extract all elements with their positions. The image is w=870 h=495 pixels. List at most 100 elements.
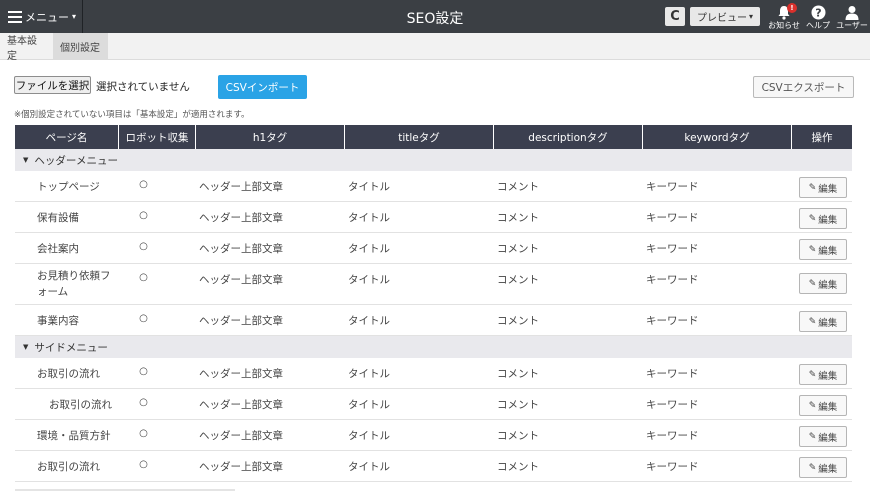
page-name-text: お見積り依頼フォーム: [37, 270, 111, 298]
robot-cell: ○: [139, 428, 148, 439]
notifications-button[interactable]: ! お知らせ: [767, 3, 801, 31]
edit-label: 編集: [818, 401, 838, 413]
title-cell: タイトル: [348, 181, 390, 193]
scrollbar-track[interactable]: [15, 489, 235, 491]
page-name-cell: お取引の流れ: [49, 399, 112, 411]
edit-button[interactable]: ✎ 編集: [799, 177, 847, 198]
title-cell: タイトル: [348, 399, 390, 411]
edit-button[interactable]: ✎ 編集: [799, 395, 847, 416]
description-cell: コメント: [497, 212, 539, 224]
table-row: お取引の流れ ○ ヘッダー上部文章 タイトル コメント キーワード ✎ 編集: [15, 451, 852, 482]
edit-button[interactable]: ✎ 編集: [799, 273, 847, 294]
keyword-cell: キーワード: [646, 243, 699, 255]
h1-cell: ヘッダー上部文章: [199, 243, 283, 255]
table-row: 会社案内 ○ ヘッダー上部文章 タイトル コメント キーワード ✎ 編集: [15, 233, 852, 264]
edit-button[interactable]: ✎ 編集: [799, 426, 847, 447]
page-name-cell: 会社案内: [37, 243, 79, 255]
column-header-description: descriptionタグ: [494, 125, 643, 149]
user-label: ユーザー: [836, 21, 868, 30]
table-row: お見積り依頼フォーム ○ ヘッダー上部文章 タイトル コメント キーワード ✎ 編…: [15, 264, 852, 305]
section-header[interactable]: ▼ ヘッダーメニュー: [15, 149, 852, 171]
edit-label: 編集: [818, 214, 838, 226]
triangle-down-icon: ▼: [23, 156, 29, 164]
section-header[interactable]: ▼ サイドメニュー: [15, 336, 852, 358]
page-name-cell: お取引の流れ: [37, 368, 100, 380]
edit-icon: ✎: [808, 213, 817, 224]
edit-icon: ✎: [808, 400, 817, 411]
page-name-cell: お見積り依頼フォーム: [15, 264, 119, 304]
description-cell: コメント: [497, 368, 539, 380]
column-header-h1: h1タグ: [196, 125, 345, 149]
edit-label: 編集: [818, 370, 838, 382]
help-button[interactable]: ? ヘルプ: [801, 3, 835, 31]
table-header: ページ名 ロボット収集 h1タグ titleタグ descriptionタグ k…: [15, 125, 852, 149]
title-cell: タイトル: [348, 315, 390, 327]
robot-cell: ○: [139, 366, 148, 377]
edit-button[interactable]: ✎ 編集: [799, 239, 847, 260]
h1-cell: ヘッダー上部文章: [199, 274, 283, 286]
description-cell: コメント: [497, 461, 539, 473]
page-name-cell: 保有設備: [37, 212, 79, 224]
edit-label: 編集: [818, 245, 838, 257]
triangle-down-icon: ▼: [23, 343, 29, 351]
h1-cell: ヘッダー上部文章: [199, 181, 283, 193]
edit-label: 編集: [818, 279, 838, 291]
help-label: ヘルプ: [806, 21, 830, 30]
edit-button[interactable]: ✎ 編集: [799, 457, 847, 478]
title-cell: タイトル: [348, 368, 390, 380]
file-status-text: 選択されていません: [96, 81, 190, 93]
table-row: 事業内容 ○ ヘッダー上部文章 タイトル コメント キーワード ✎ 編集: [15, 305, 852, 336]
reload-button[interactable]: C: [665, 7, 685, 26]
page-name-cell: 事業内容: [37, 315, 79, 327]
reload-icon: C: [670, 9, 680, 24]
tab-individual-settings[interactable]: 個別設定: [53, 33, 108, 60]
edit-label: 編集: [818, 317, 838, 329]
edit-button[interactable]: ✎ 編集: [799, 208, 847, 229]
title-cell: タイトル: [348, 212, 390, 224]
description-cell: コメント: [497, 399, 539, 411]
seo-table: ページ名 ロボット収集 h1タグ titleタグ descriptionタグ k…: [15, 125, 852, 482]
edit-button[interactable]: ✎ 編集: [799, 311, 847, 332]
edit-icon: ✎: [808, 182, 817, 193]
h1-cell: ヘッダー上部文章: [199, 212, 283, 224]
page-name-cell: トップページ: [37, 181, 100, 193]
description-cell: コメント: [497, 274, 539, 286]
h1-cell: ヘッダー上部文章: [199, 399, 283, 411]
edit-label: 編集: [818, 183, 838, 195]
preview-button[interactable]: プレビュー ▾: [690, 7, 760, 26]
table-row: 保有設備 ○ ヘッダー上部文章 タイトル コメント キーワード ✎ 編集: [15, 202, 852, 233]
edit-icon: ✎: [808, 244, 817, 255]
svg-text:?: ?: [815, 6, 821, 19]
section-title: サイドメニュー: [34, 341, 108, 354]
notification-badge: !: [787, 3, 797, 13]
chevron-down-icon: ▾: [72, 12, 77, 21]
keyword-cell: キーワード: [646, 399, 699, 411]
robot-cell: ○: [139, 272, 148, 283]
description-cell: コメント: [497, 315, 539, 327]
title-cell: タイトル: [348, 243, 390, 255]
table-row: お取引の流れ ○ ヘッダー上部文章 タイトル コメント キーワード ✎ 編集: [15, 358, 852, 389]
table-row: 環境・品質方針 ○ ヘッダー上部文章 タイトル コメント キーワード ✎ 編集: [15, 420, 852, 451]
tab-basic-settings[interactable]: 基本設定: [0, 33, 53, 62]
user-button[interactable]: ユーザー: [835, 3, 869, 31]
choose-file-button[interactable]: ファイルを選択: [14, 76, 91, 94]
csv-import-button[interactable]: CSVインポート: [218, 75, 307, 99]
edit-icon: ✎: [808, 431, 817, 442]
menu-button[interactable]: メニュー ▾: [0, 0, 83, 33]
robot-cell: ○: [139, 459, 148, 470]
keyword-cell: キーワード: [646, 212, 699, 224]
robot-cell: ○: [139, 210, 148, 221]
keyword-cell: キーワード: [646, 274, 699, 286]
tab-bar: 基本設定 個別設定: [0, 33, 870, 62]
robot-cell: ○: [139, 179, 148, 190]
title-cell: タイトル: [348, 430, 390, 442]
keyword-cell: キーワード: [646, 368, 699, 380]
column-header-title: titleタグ: [345, 125, 494, 149]
help-icon: ?: [811, 3, 826, 21]
edit-button[interactable]: ✎ 編集: [799, 364, 847, 385]
column-header-keyword: keywordタグ: [643, 125, 792, 149]
description-cell: コメント: [497, 243, 539, 255]
keyword-cell: キーワード: [646, 430, 699, 442]
csv-export-button[interactable]: CSVエクスポート: [753, 76, 854, 98]
keyword-cell: キーワード: [646, 181, 699, 193]
